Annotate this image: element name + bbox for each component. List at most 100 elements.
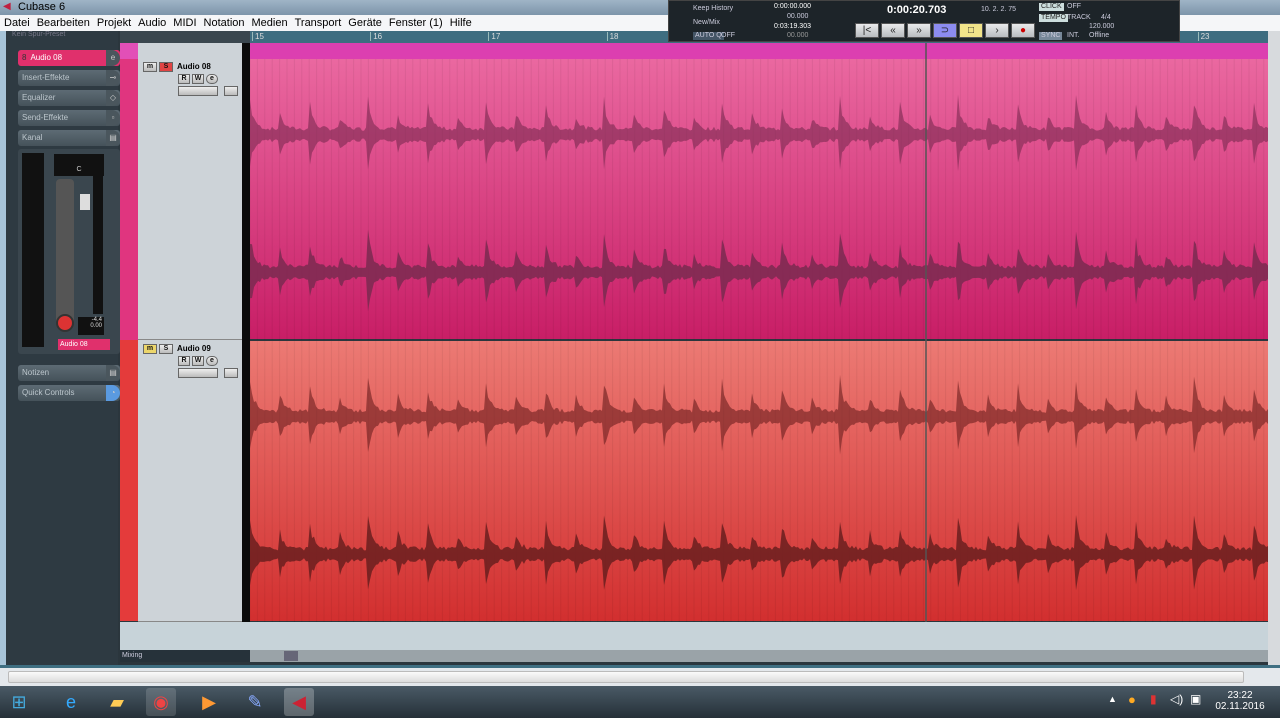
clock[interactable]: 23:22 02.11.2016 <box>1214 690 1266 712</box>
mute-button[interactable]: m <box>143 62 157 72</box>
volume-icon[interactable]: ◁) <box>1170 692 1183 706</box>
section-sends[interactable]: Send-Effekte ▫ <box>18 110 120 126</box>
bars-display[interactable]: 10. 2. 2. 75 <box>981 6 1016 14</box>
track-preset[interactable]: Kein Spur-Preset <box>12 31 65 38</box>
click-button[interactable]: CLICK <box>1039 3 1064 11</box>
read-automation-button[interactable]: R <box>178 356 190 366</box>
menu-item[interactable]: Bearbeiten <box>37 15 90 31</box>
section-channel[interactable]: Kanal ▤ <box>18 130 120 146</box>
menu-item[interactable]: Audio <box>138 15 166 31</box>
mute-button[interactable]: m <box>143 344 157 354</box>
time-display[interactable]: 0:00:20.703 <box>887 4 946 16</box>
left-locator[interactable]: 0:00:00.000 <box>774 3 811 11</box>
solo-button[interactable]: S <box>159 62 173 72</box>
solo-button[interactable]: S <box>159 344 173 354</box>
signature: 4/4 <box>1101 14 1111 21</box>
internet-explorer-icon[interactable]: e <box>56 688 86 716</box>
fader-value: 0.00 <box>90 323 102 329</box>
forward-button[interactable]: » <box>907 23 931 38</box>
channel-name: Audio 08 <box>58 339 110 350</box>
lane-color <box>120 43 138 59</box>
new-mix-label: New/Mix <box>693 19 720 26</box>
meter-scale <box>22 153 44 347</box>
auto-quantize-value: OFF <box>721 32 735 39</box>
horizontal-scrollbar[interactable]: Mixing <box>120 650 1268 662</box>
section-label: Notizen <box>22 368 50 377</box>
menu-item[interactable]: Transport <box>295 15 342 31</box>
menu-item[interactable]: Geräte <box>348 15 382 31</box>
tempo-mode: TRACK <box>1067 14 1091 21</box>
section-quick-controls[interactable]: Quick Controls ◔ <box>18 385 120 401</box>
track-header[interactable]: m S Audio 09 R W e <box>138 341 242 622</box>
edit-channel-button[interactable]: e <box>206 74 218 84</box>
start-button-icon[interactable]: ⊞ <box>4 688 34 716</box>
track-tools[interactable] <box>178 368 218 378</box>
inspector-track-name[interactable]: 8 Audio 08 e <box>18 50 120 66</box>
menu-item[interactable]: Notation <box>204 15 245 31</box>
inserts-icon: ⊸ <box>106 70 120 86</box>
menu-item[interactable]: MIDI <box>173 15 196 31</box>
auto-quantize-button[interactable]: AUTO Q <box>693 32 724 40</box>
play-button[interactable]: › <box>985 23 1009 38</box>
section-notes[interactable]: Notizen ▤ <box>18 365 120 381</box>
sync-button[interactable]: SYNC <box>1039 32 1063 40</box>
battery-icon[interactable]: ▮ <box>1150 692 1157 706</box>
stop-button[interactable]: □ <box>959 23 983 38</box>
edit-channel-icon[interactable]: e <box>106 50 120 66</box>
menu-item[interactable]: Medien <box>252 15 288 31</box>
vertical-scrollbar[interactable] <box>1268 31 1280 665</box>
inspector: Kein Spur-Preset 8 Audio 08 e Insert-Effe… <box>0 31 120 665</box>
arrange-window[interactable] <box>250 43 1268 622</box>
right-locator[interactable]: 0:03:19.303 <box>774 23 811 31</box>
record-button[interactable]: ● <box>1011 23 1035 38</box>
track-header[interactable]: m S Audio 08 R W e <box>138 59 242 340</box>
go-to-start-button[interactable]: |< <box>855 23 879 38</box>
window-scroll-thumb[interactable] <box>8 671 1244 683</box>
cubase-taskbar-icon[interactable]: ◀ <box>284 688 314 716</box>
menu-item[interactable]: Hilfe <box>450 15 472 31</box>
chrome-icon[interactable]: ◉ <box>146 688 176 716</box>
tempo-button[interactable]: TEMPO <box>1039 14 1068 22</box>
lock-icon[interactable] <box>224 86 238 96</box>
tempo-value: 120.000 <box>1089 23 1115 30</box>
zone-selector[interactable]: Mixing <box>120 650 250 662</box>
edit-channel-button[interactable]: e <box>206 356 218 366</box>
read-automation-button[interactable]: R <box>178 74 190 84</box>
track-name[interactable]: Audio 09 <box>177 344 211 353</box>
cycle-button[interactable]: ⊃ <box>933 23 957 38</box>
write-automation-button[interactable]: W <box>192 356 204 366</box>
menu-item[interactable]: Datei <box>4 15 30 31</box>
window-scrollbar[interactable] <box>0 665 1280 686</box>
section-label: Kanal <box>22 133 43 142</box>
track-meter-column <box>242 43 250 622</box>
file-explorer-icon[interactable]: ▰ <box>102 688 132 716</box>
track-color-strip <box>120 43 138 622</box>
section-eq[interactable]: Equalizer ◇ <box>18 90 120 106</box>
menu-item[interactable]: Fenster (1) <box>389 15 443 31</box>
ruler-bar-label: 17 <box>488 32 500 41</box>
track-list-header <box>120 31 250 43</box>
record-enable-button[interactable] <box>56 314 74 332</box>
ruler-bar-label: 15 <box>252 32 264 41</box>
show-hidden-icons[interactable]: ▲ <box>1108 694 1117 704</box>
level-display: -4.4 0.00 <box>78 317 104 335</box>
ruler-bar-label: 23 <box>1197 32 1210 41</box>
keep-history-label: Keep History <box>693 5 734 12</box>
write-automation-button[interactable]: W <box>192 74 204 84</box>
clock-time: 23:22 <box>1227 690 1253 701</box>
menu-item[interactable]: Projekt <box>97 15 131 31</box>
volume-fader[interactable] <box>80 194 90 210</box>
media-player-icon[interactable]: ▶ <box>194 688 224 716</box>
lock-icon[interactable] <box>224 368 238 378</box>
track-list: m S Audio 08 R W e m S Audio 09 R W e <box>138 43 242 622</box>
app-icon[interactable]: ✎ <box>240 688 270 716</box>
track-tools[interactable] <box>178 86 218 96</box>
section-inserts[interactable]: Insert-Effekte ⊸ <box>18 70 120 86</box>
tray-app-icon[interactable]: ● <box>1128 692 1136 707</box>
track-name[interactable]: Audio 08 <box>177 62 211 71</box>
rewind-button[interactable]: « <box>881 23 905 38</box>
track-number: 8 <box>22 53 27 62</box>
scroll-thumb[interactable] <box>284 651 298 661</box>
empty-track-area[interactable] <box>120 622 1268 650</box>
network-icon[interactable]: ▣ <box>1190 692 1201 706</box>
